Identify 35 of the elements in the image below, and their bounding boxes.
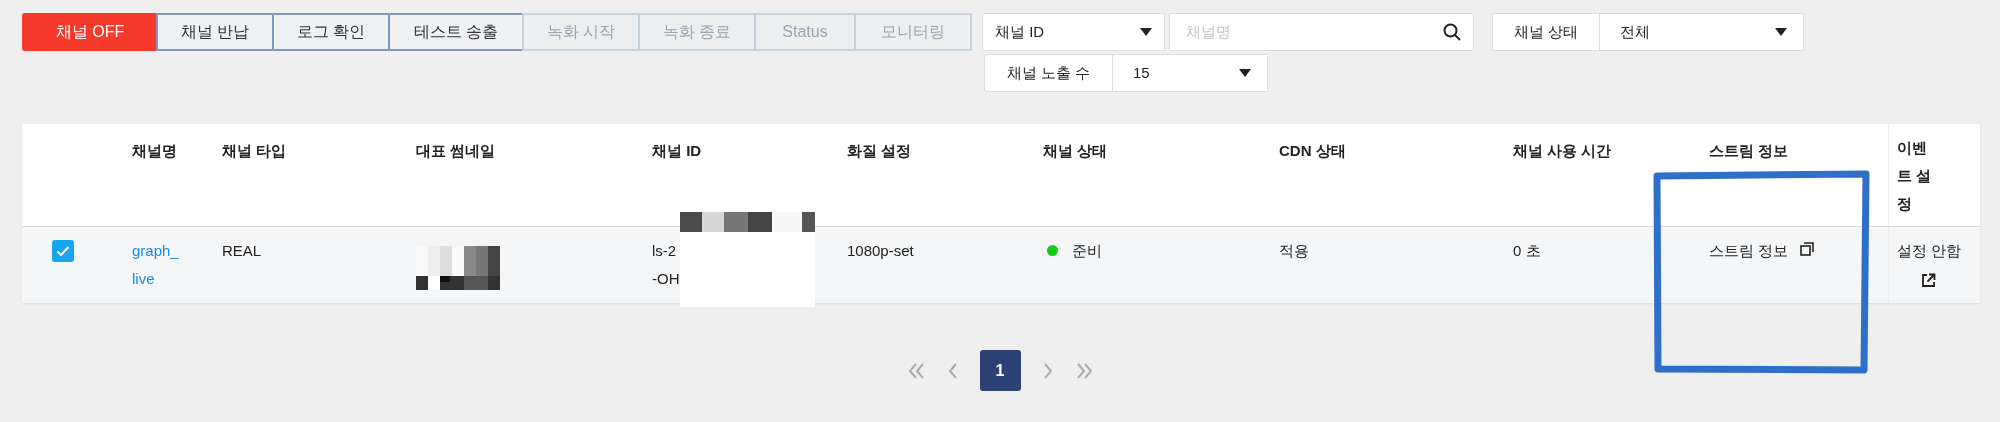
event-setting-text: 설정 안함 [1897,241,1963,261]
search-type-select[interactable]: 채널 ID [982,13,1165,51]
toolbar-button[interactable]: 채널 반납 [156,13,274,51]
column-header: CDN 상태 [1279,142,1346,159]
toolbar-button[interactable]: 테스트 송출 [388,13,524,51]
column-header: 채널 ID [652,142,702,159]
search-field[interactable]: 채널명 [1169,13,1474,51]
column-header: 채널 상태 [1043,142,1108,159]
next-page-icon[interactable] [1042,362,1053,379]
external-link-icon[interactable] [1921,272,1936,288]
search-icon[interactable] [1443,23,1461,41]
column-header: 채널 타입 [222,142,287,159]
column-header: 이벤트 설정 [1897,138,1933,214]
table-cell: 1080p-set [847,242,914,259]
first-page-icon[interactable] [907,362,926,379]
caret-icon [1140,28,1152,36]
previous-page-icon[interactable] [947,362,958,379]
column-header: 화질 설정 [847,142,912,159]
stream-info-text: 스트림 정보 [1709,241,1789,261]
toolbar-button[interactable]: 채널 OFF [22,13,158,51]
column-header: 채널 사용 시간 [1513,142,1612,159]
table-cell: 적용 [1279,242,1309,259]
search-input[interactable]: 채널명 [1186,20,1443,44]
table-cell: 0 초 [1513,242,1541,259]
last-page-icon[interactable] [1074,362,1093,379]
toolbar-button[interactable]: 로그 확인 [272,13,390,51]
status-text: 준비 [1072,241,1102,261]
row-checkbox[interactable] [52,240,74,262]
column-header: 스트림 정보 [1709,142,1789,159]
column-header: 대표 썸네일 [416,142,496,159]
table-cell: REAL [222,242,262,259]
page-button[interactable]: 1 [979,350,1021,391]
copy-icon[interactable] [1800,242,1815,256]
table-cell-text: ls-2 -OH [652,241,680,289]
column-header: 채널명 [132,142,177,159]
